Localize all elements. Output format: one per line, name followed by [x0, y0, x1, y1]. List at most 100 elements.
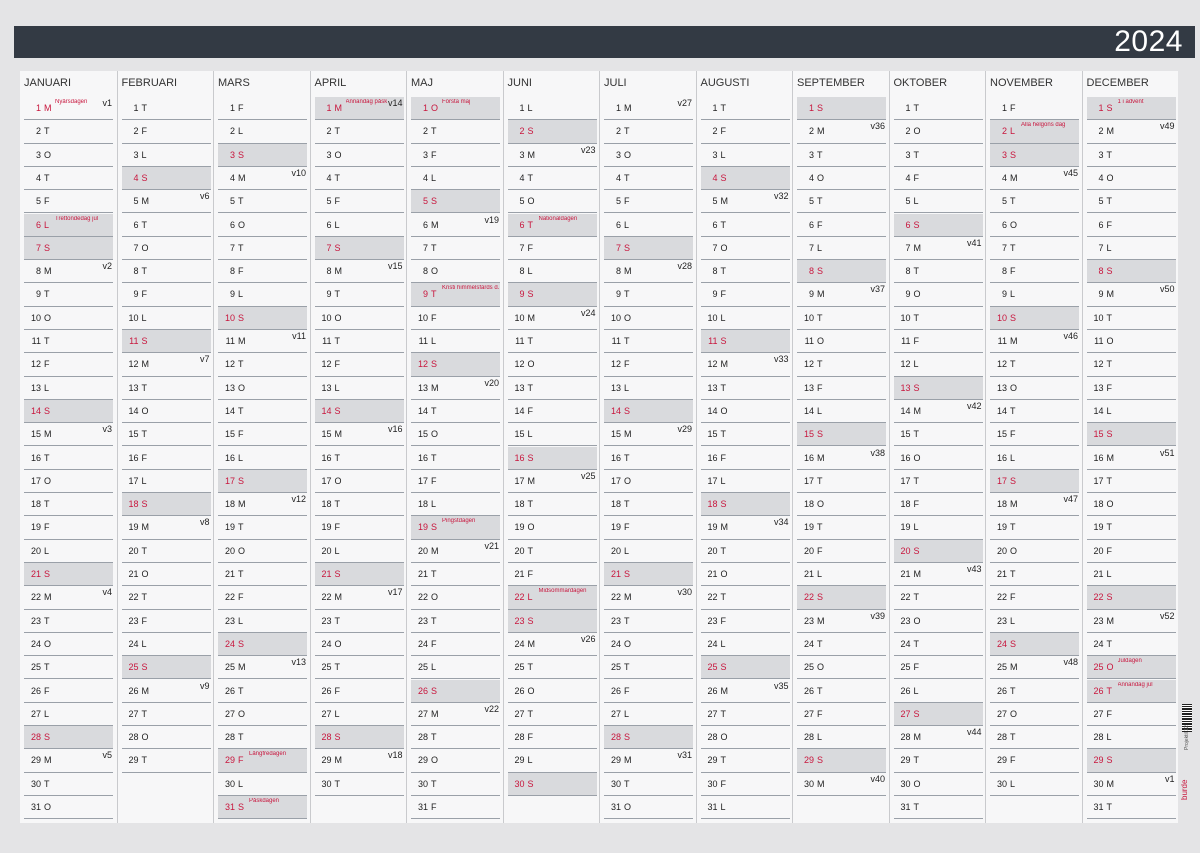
day-row[interactable]: 24 T — [797, 633, 886, 657]
day-row[interactable]: 16 Mv38 — [797, 447, 886, 470]
day-row[interactable]: 2T — [604, 120, 693, 144]
day-row[interactable]: 4S — [700, 166, 790, 191]
day-row[interactable]: 19 T — [990, 516, 1079, 540]
day-row[interactable]: 9 T Kristi himmelsfärds d. — [411, 283, 500, 307]
day-row[interactable]: 26 F — [604, 680, 693, 703]
day-row[interactable]: 5T — [990, 190, 1079, 214]
day-row[interactable]: 21 L — [1086, 563, 1176, 587]
day-row[interactable]: 16 T — [411, 447, 500, 470]
day-row[interactable]: 22 Mv17 — [314, 586, 404, 610]
day-row[interactable]: 1T — [121, 97, 211, 121]
day-row[interactable]: 23 L — [218, 610, 307, 633]
day-row[interactable]: 15 F — [218, 423, 307, 447]
day-row[interactable]: 5F — [24, 190, 113, 214]
day-row[interactable]: 2T — [411, 120, 500, 144]
day-row[interactable]: 14 S — [24, 399, 113, 424]
day-row[interactable]: 2 L Alla helgons dag — [990, 120, 1079, 144]
day-row[interactable]: 29 Mv5 — [24, 749, 113, 773]
day-row[interactable]: 8 Mv15 — [314, 260, 404, 284]
day-row[interactable]: 5S — [411, 190, 500, 214]
day-row[interactable]: 30 L — [990, 773, 1079, 796]
day-row[interactable]: 6T — [700, 214, 790, 237]
day-row[interactable]: 8F — [218, 260, 307, 284]
day-row[interactable]: 18 L — [411, 493, 500, 517]
day-row[interactable]: 16 T — [604, 447, 693, 470]
day-row[interactable]: 9F — [121, 283, 211, 307]
day-row[interactable]: 23 T — [314, 610, 404, 633]
day-row[interactable]: 16 F — [700, 447, 790, 470]
day-row[interactable]: 24 Mv26 — [507, 633, 597, 657]
day-row[interactable]: 19 F — [604, 516, 693, 540]
day-row[interactable]: 15 L — [507, 423, 597, 447]
day-row[interactable]: 14 F — [507, 400, 597, 424]
day-row[interactable]: 2T — [24, 120, 113, 144]
day-row[interactable]: 17 T — [893, 470, 983, 494]
day-row[interactable]: 9F — [700, 283, 790, 307]
day-row[interactable]: 1S 1 i advent — [1086, 97, 1176, 121]
day-row[interactable]: 28 F — [507, 726, 597, 750]
day-row[interactable]: 31 T — [893, 796, 983, 820]
day-row[interactable]: 28 T — [990, 726, 1079, 750]
day-row[interactable]: 23 F — [700, 610, 790, 633]
day-row[interactable]: 9 Mv37 — [797, 283, 886, 307]
day-row[interactable]: 15 T — [893, 423, 983, 447]
day-row[interactable]: 25 T — [24, 656, 113, 680]
day-row[interactable]: 27 O — [218, 703, 307, 727]
day-row[interactable]: 9 Mv50 — [1086, 283, 1176, 307]
day-row[interactable]: 6L — [314, 214, 404, 237]
day-row[interactable]: 26 F — [314, 680, 404, 703]
day-row[interactable]: 18 O — [797, 493, 886, 517]
day-row[interactable]: 30 O — [893, 773, 983, 796]
day-row[interactable]: 18 S — [121, 493, 211, 517]
day-row[interactable]: 6F — [797, 214, 886, 237]
day-row[interactable]: 15 S — [1086, 423, 1176, 447]
day-row[interactable]: 20 O — [218, 540, 307, 563]
day-row[interactable]: 6S — [893, 213, 983, 237]
day-row[interactable]: 20 S — [893, 539, 983, 563]
day-row[interactable]: 26 T — [218, 680, 307, 703]
day-row[interactable]: 21 O — [121, 563, 211, 587]
day-row[interactable]: 19 T — [1086, 516, 1176, 540]
day-row[interactable]: 12 T — [218, 353, 307, 377]
day-row[interactable]: 7O — [700, 237, 790, 261]
day-row[interactable]: 11 Mv11 — [218, 330, 307, 354]
day-row[interactable]: 19 F — [314, 516, 404, 540]
day-row[interactable]: 22 L Midsommardagen — [507, 586, 597, 610]
day-row[interactable]: 10 O — [24, 307, 113, 330]
day-row[interactable]: 15 Mv3 — [24, 423, 113, 447]
day-row[interactable]: 19 T — [797, 516, 886, 540]
day-row[interactable]: 8O — [411, 260, 500, 284]
day-row[interactable]: 31 O — [24, 796, 113, 820]
day-row[interactable]: 30 T — [314, 773, 404, 796]
day-row[interactable]: 20 F — [1086, 540, 1176, 563]
day-row[interactable]: 25 T — [507, 656, 597, 680]
day-row[interactable]: 10 O — [314, 307, 404, 330]
day-row[interactable]: 21 T — [990, 563, 1079, 587]
day-row[interactable]: 31 L — [700, 796, 790, 820]
day-row[interactable]: 24 O — [314, 633, 404, 657]
day-row[interactable]: 14 S — [314, 399, 404, 424]
day-row[interactable]: 26 T Annandag jul — [1086, 679, 1176, 703]
day-row[interactable]: 12 T — [1086, 353, 1176, 377]
day-row[interactable]: 20 F — [797, 540, 886, 563]
day-row[interactable]: 22 S — [797, 586, 886, 610]
day-row[interactable]: 28 O — [700, 726, 790, 750]
day-row[interactable]: 9O — [893, 283, 983, 307]
day-row[interactable]: 10 F — [411, 307, 500, 330]
day-row[interactable]: 7T — [990, 237, 1079, 261]
day-row[interactable]: 26 O — [507, 680, 597, 703]
day-row[interactable]: 6L — [604, 214, 693, 237]
day-row[interactable]: 3T — [893, 144, 983, 167]
day-row[interactable]: 12 F — [604, 353, 693, 377]
day-row[interactable]: 5T — [797, 190, 886, 214]
day-row[interactable]: 7S — [314, 236, 404, 261]
day-row[interactable]: 4T — [604, 167, 693, 191]
day-row[interactable]: 22 T — [700, 586, 790, 610]
day-row[interactable]: 16 T — [314, 447, 404, 470]
day-row[interactable]: 24 S — [990, 632, 1079, 657]
day-row[interactable]: 22 T — [121, 586, 211, 610]
day-row[interactable]: 14 O — [700, 400, 790, 424]
day-row[interactable]: 21 S — [314, 563, 404, 587]
day-row[interactable]: 25 S — [700, 656, 790, 680]
day-row[interactable]: 13 O — [218, 377, 307, 400]
